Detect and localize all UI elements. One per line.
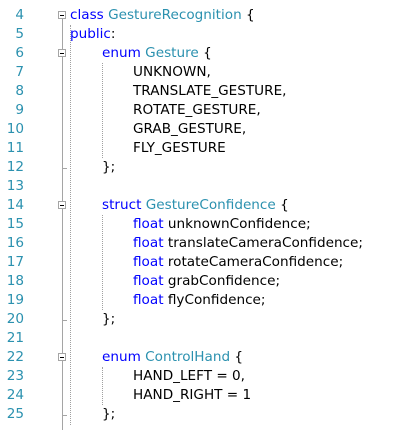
line-number: 22 (6, 349, 24, 365)
line-number: 9 (15, 102, 24, 118)
line-number: 11 (6, 140, 24, 156)
line-number: 24 (6, 387, 24, 403)
indent-guide (102, 215, 103, 310)
keyword-token: enum (102, 349, 141, 365)
text-token: { (241, 7, 255, 23)
line-number: 20 (6, 311, 24, 327)
text-token: { (198, 45, 212, 61)
code-line: FLY_GESTURE (133, 139, 226, 158)
line-number: 15 (6, 216, 24, 232)
collapse-struct-icon[interactable] (58, 201, 66, 209)
keyword-token: float (133, 292, 164, 308)
text-token: UNKNOWN, (133, 64, 211, 80)
line-number: 14 (6, 197, 24, 213)
code-line: float flyConfidence; (133, 291, 266, 310)
code-line: }; (102, 158, 115, 177)
indent-guide (70, 25, 71, 425)
code-line: float translateCameraConfidence; (133, 234, 363, 253)
line-number: 23 (6, 368, 24, 384)
line-number: 6 (15, 45, 24, 61)
type-token: ControlHand (145, 349, 231, 365)
collapse-enum-gesture-icon[interactable] (58, 49, 66, 57)
line-number: 12 (6, 159, 24, 175)
text-token: HAND_LEFT = 0, (133, 368, 246, 384)
code-line: public: (70, 25, 116, 44)
text-token: TRANSLATE_GESTURE, (133, 83, 287, 99)
text-token: { (230, 349, 244, 365)
code-line: enum Gesture { (102, 44, 212, 63)
line-number: 25 (6, 406, 24, 422)
text-token: FLY_GESTURE (133, 140, 226, 156)
code-line: }; (102, 310, 115, 329)
text-token: }; (102, 159, 116, 175)
fold-end-marker (62, 415, 67, 416)
code-line: enum ControlHand { (102, 348, 243, 367)
keyword-token: public (70, 26, 111, 42)
line-number: 17 (6, 254, 24, 270)
text-token: GRAB_GESTURE, (133, 121, 247, 137)
keyword-token: class (70, 7, 104, 23)
code-line: HAND_RIGHT = 1 (133, 386, 251, 405)
code-line: HAND_LEFT = 0, (133, 367, 245, 386)
keyword-token: enum (102, 45, 141, 61)
line-number: 19 (6, 292, 24, 308)
line-number: 16 (6, 235, 24, 251)
code-line: float rotateCameraConfidence; (133, 253, 343, 272)
text-token: flyConfidence; (163, 292, 266, 308)
text-token: grabConfidence; (163, 273, 281, 289)
line-number: 10 (6, 121, 24, 137)
text-token: translateCameraConfidence; (163, 235, 363, 251)
type-token: GestureRecognition (108, 7, 242, 23)
text-token: HAND_RIGHT = 1 (133, 387, 252, 403)
code-line: class GestureRecognition { (70, 6, 255, 25)
code-line: UNKNOWN, (133, 63, 211, 82)
code-line: struct GestureConfidence { (102, 196, 289, 215)
keyword-token: struct (102, 197, 142, 213)
keyword-token: float (133, 273, 164, 289)
text-token: }; (102, 311, 116, 327)
text-token: { (275, 197, 289, 213)
indent-guide (102, 367, 103, 405)
keyword-token: float (133, 235, 164, 251)
text-token: rotateCameraConfidence; (163, 254, 344, 270)
line-number: 8 (15, 83, 24, 99)
code-line: GRAB_GESTURE, (133, 120, 246, 139)
collapse-enum-controlhand-icon[interactable] (58, 353, 66, 361)
code-line: }; (102, 405, 115, 424)
fold-end-marker (62, 320, 67, 321)
text-token: unknownConfidence; (163, 216, 311, 232)
keyword-token: float (133, 216, 164, 232)
code-line: float grabConfidence; (133, 272, 280, 291)
keyword-token: float (133, 254, 164, 270)
code-line: ROTATE_GESTURE, (133, 101, 261, 120)
collapse-class-icon[interactable] (58, 11, 66, 19)
type-token: GestureConfidence (145, 197, 276, 213)
line-number: 4 (15, 7, 24, 23)
line-number: 7 (15, 64, 24, 80)
fold-end-marker (62, 168, 67, 169)
text-token: : (110, 26, 116, 42)
indent-guide (102, 63, 103, 158)
line-number: 18 (6, 273, 24, 289)
fold-guide (62, 19, 63, 430)
line-number: 5 (15, 26, 24, 42)
line-number: 13 (6, 178, 24, 194)
code-line: float unknownConfidence; (133, 215, 311, 234)
code-line: TRANSLATE_GESTURE, (133, 82, 286, 101)
text-token: ROTATE_GESTURE, (133, 102, 261, 118)
line-number: 21 (6, 330, 24, 346)
text-token: }; (102, 406, 116, 422)
type-token: Gesture (145, 45, 199, 61)
code-editor[interactable]: 4 5 6 7 8 9 10 11 12 13 14 15 16 17 18 1… (0, 0, 405, 430)
